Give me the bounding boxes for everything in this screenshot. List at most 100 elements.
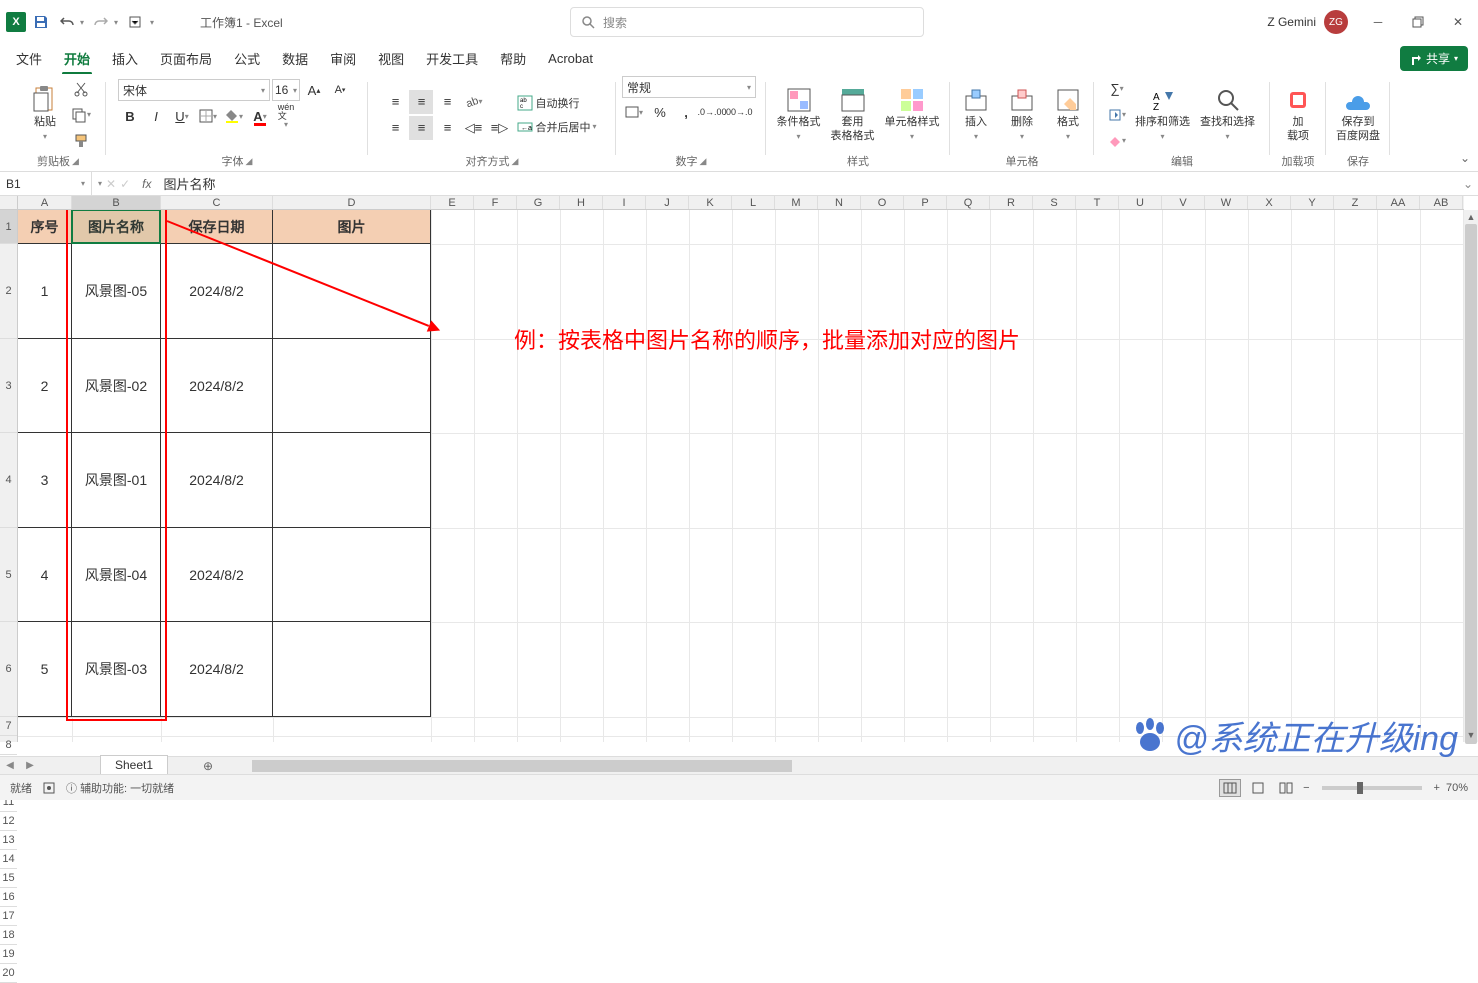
- row-header-14[interactable]: 14: [0, 850, 17, 869]
- zoom-slider[interactable]: [1322, 786, 1422, 790]
- col-header-D[interactable]: D: [273, 196, 431, 209]
- col-header-P[interactable]: P: [904, 196, 947, 209]
- sort-filter-button[interactable]: AZ排序和筛选▾: [1131, 84, 1194, 144]
- cell-A5[interactable]: 4: [18, 527, 72, 622]
- horizontal-scrollbar[interactable]: [238, 759, 1478, 773]
- clipboard-launcher[interactable]: ◢: [72, 156, 79, 167]
- tab-数据[interactable]: 数据: [280, 45, 310, 72]
- row-header-2[interactable]: 2: [0, 244, 17, 339]
- cell-D3[interactable]: [272, 338, 431, 433]
- font-size-select[interactable]: 16▾: [272, 79, 300, 101]
- col-header-Q[interactable]: Q: [947, 196, 990, 209]
- row-header-8[interactable]: 8: [0, 736, 17, 755]
- tab-开始[interactable]: 开始: [62, 45, 92, 72]
- italic-button[interactable]: I: [144, 104, 168, 128]
- formula-input[interactable]: 图片名称: [157, 174, 1458, 193]
- restore-button[interactable]: [1398, 7, 1438, 37]
- col-header-E[interactable]: E: [431, 196, 474, 209]
- tab-开发工具[interactable]: 开发工具: [424, 45, 480, 72]
- user-account[interactable]: Z Gemini ZG: [1267, 10, 1348, 34]
- col-header-J[interactable]: J: [646, 196, 689, 209]
- row-header-4[interactable]: 4: [0, 433, 17, 528]
- col-header-M[interactable]: M: [775, 196, 818, 209]
- delete-cells-button[interactable]: 删除▾: [1000, 84, 1044, 144]
- customize-qat[interactable]: [124, 11, 146, 33]
- col-header-O[interactable]: O: [861, 196, 904, 209]
- row-header-5[interactable]: 5: [0, 528, 17, 622]
- comma-button[interactable]: ,: [674, 100, 698, 124]
- orientation-button[interactable]: ab▾: [461, 90, 485, 114]
- add-sheet-button[interactable]: ⊕: [198, 759, 218, 773]
- number-launcher[interactable]: ◢: [700, 156, 707, 167]
- zoom-out-button[interactable]: −: [1303, 782, 1309, 794]
- number-format-select[interactable]: 常规▾: [622, 76, 756, 98]
- cell-B2[interactable]: 风景图-05: [71, 243, 161, 339]
- accept-formula-button[interactable]: ✓: [120, 177, 130, 191]
- search-input[interactable]: 搜索: [570, 7, 924, 37]
- decrease-indent-button[interactable]: ◁≡: [461, 116, 485, 140]
- cut-button[interactable]: [69, 77, 93, 101]
- autosum-button[interactable]: ∑▾: [1105, 77, 1129, 101]
- col-header-V[interactable]: V: [1162, 196, 1205, 209]
- cell-C5[interactable]: 2024/8/2: [160, 527, 273, 622]
- tab-文件[interactable]: 文件: [14, 45, 44, 72]
- cell-D1[interactable]: 图片: [272, 210, 431, 244]
- sheet-nav-prev[interactable]: ◀: [0, 760, 20, 771]
- row-header-17[interactable]: 17: [0, 907, 17, 926]
- increase-indent-button[interactable]: ≡▷: [487, 116, 511, 140]
- increase-font-button[interactable]: A▴: [302, 78, 326, 102]
- underline-button[interactable]: U▾: [170, 104, 194, 128]
- tab-视图[interactable]: 视图: [376, 45, 406, 72]
- cell-B6[interactable]: 风景图-03: [71, 621, 161, 717]
- row-header-7[interactable]: 7: [0, 717, 17, 736]
- vertical-scrollbar[interactable]: ▲ ▼: [1464, 210, 1478, 742]
- minimize-button[interactable]: ─: [1358, 7, 1398, 37]
- row-header-13[interactable]: 13: [0, 831, 17, 850]
- row-header-18[interactable]: 18: [0, 926, 17, 945]
- cell-A4[interactable]: 3: [18, 432, 72, 528]
- cell-A2[interactable]: 1: [18, 243, 72, 339]
- save-button[interactable]: [30, 11, 52, 33]
- row-header-20[interactable]: 20: [0, 964, 17, 983]
- col-header-K[interactable]: K: [689, 196, 732, 209]
- col-header-AB[interactable]: AB: [1420, 196, 1463, 209]
- decrease-font-button[interactable]: A▾: [328, 78, 352, 102]
- sheet-nav-next[interactable]: ▶: [20, 760, 40, 771]
- cell-B5[interactable]: 风景图-04: [71, 527, 161, 622]
- col-header-G[interactable]: G: [517, 196, 560, 209]
- merge-center-button[interactable]: ←a→合并后居中▾: [513, 117, 600, 137]
- align-right-button[interactable]: ≡: [435, 116, 459, 140]
- tab-页面布局[interactable]: 页面布局: [158, 45, 214, 72]
- col-header-S[interactable]: S: [1033, 196, 1076, 209]
- row-header-1[interactable]: 1: [0, 210, 17, 244]
- tab-审阅[interactable]: 审阅: [328, 45, 358, 72]
- clear-button[interactable]: ▾: [1105, 129, 1129, 153]
- tab-公式[interactable]: 公式: [232, 45, 262, 72]
- col-header-N[interactable]: N: [818, 196, 861, 209]
- col-header-B[interactable]: B: [72, 196, 161, 209]
- font-name-select[interactable]: 宋体▾: [118, 79, 270, 101]
- align-center-button[interactable]: ≡: [409, 116, 433, 140]
- col-header-C[interactable]: C: [161, 196, 273, 209]
- fb-dropdown[interactable]: ▾: [98, 179, 102, 188]
- fx-icon[interactable]: fx: [136, 177, 157, 191]
- row-header-6[interactable]: 6: [0, 622, 17, 717]
- accessibility-status[interactable]: ⓘ 辅助功能: 一切就绪: [66, 780, 174, 796]
- qat-more[interactable]: ▾: [150, 18, 154, 27]
- conditional-format-button[interactable]: 条件格式▾: [773, 84, 825, 144]
- cell-C1[interactable]: 保存日期: [160, 210, 273, 244]
- paste-button[interactable]: 粘贴▾: [23, 84, 67, 144]
- cell-A6[interactable]: 5: [18, 621, 72, 717]
- copy-button[interactable]: ▾: [69, 103, 93, 127]
- col-header-A[interactable]: A: [18, 196, 72, 209]
- cell-C4[interactable]: 2024/8/2: [160, 432, 273, 528]
- cell-D2[interactable]: [272, 243, 431, 339]
- align-bottom-button[interactable]: ≡: [435, 90, 459, 114]
- select-all-corner[interactable]: [0, 196, 18, 210]
- cell-D4[interactable]: [272, 432, 431, 528]
- name-box[interactable]: B1▾: [0, 172, 92, 195]
- cell-D6[interactable]: [272, 621, 431, 717]
- insert-cells-button[interactable]: 插入▾: [954, 84, 998, 144]
- format-table-button[interactable]: 套用 表格格式: [827, 84, 879, 144]
- fill-button[interactable]: ▾: [1105, 103, 1129, 127]
